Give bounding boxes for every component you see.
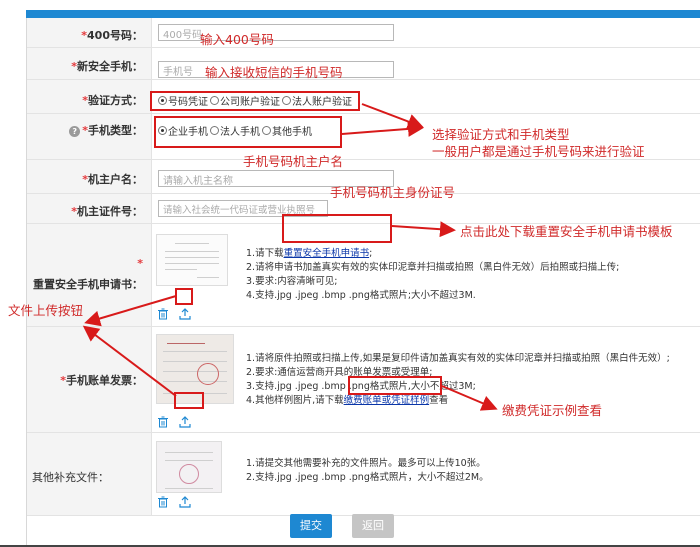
other-files-instructions: 1.请提交其他需要补充的文件照片。最多可以上传10张。 2.支持.jpg .jp…: [246, 458, 489, 483]
label-application-letter: 重置安全手机申请书：: [33, 278, 143, 291]
annotation-method-2: 一般用户都是通过手机号码来进行验证: [432, 144, 645, 159]
annotation-upload: 文件上传按钮: [8, 303, 84, 318]
label-phone-bill: *手机账单发票：: [60, 374, 143, 387]
application-letter-thumbnail[interactable]: [156, 234, 228, 286]
other-files-ops: [157, 496, 191, 508]
trash-icon[interactable]: [157, 416, 169, 428]
back-button[interactable]: 返回: [352, 514, 394, 538]
annotation-owner-name: 手机号码机主户名: [243, 154, 344, 169]
highlight-phone-type: [154, 116, 342, 148]
label-other-files: 其他补充文件：: [32, 471, 109, 484]
row-other-files: 其他补充文件： 1.请提交其他需要补充的文件照片。最多可以上传10张。 2.支持…: [26, 433, 700, 516]
label-new-phone: *新安全手机：: [71, 60, 143, 73]
other-files-thumbnail[interactable]: [156, 441, 222, 493]
label-verification-method: *验证方式：: [82, 94, 143, 107]
annotation-download: 点击此处下载重置安全手机申请书模板: [460, 224, 673, 239]
download-bill-sample-link[interactable]: 缴费账单或凭证样例: [344, 395, 430, 406]
trash-icon[interactable]: [157, 496, 169, 508]
application-letter-ops: [157, 308, 191, 320]
annotation-400-number: 输入400号码: [200, 32, 274, 47]
row-400-number: *400号码： 400号码: [26, 18, 700, 48]
highlight-upload-button-2: [174, 392, 204, 409]
label-400-number: *400号码：: [81, 29, 143, 42]
upload-icon[interactable]: [179, 308, 191, 320]
highlight-upload-button-1: [175, 288, 193, 305]
trash-icon[interactable]: [157, 308, 169, 320]
highlight-download-link: [282, 214, 392, 243]
help-icon[interactable]: ?: [69, 126, 81, 137]
row-verification-method: *验证方式： 号码凭证 公司账户验证 法人账户验证: [26, 80, 700, 114]
download-application-link[interactable]: 重置安全手机申请书: [284, 248, 370, 259]
label-owner-id: *机主证件号：: [71, 205, 143, 218]
application-letter-instructions: 1.请下载重置安全手机申请书; 2.请将申请书加盖真实有效的实体印泥章并扫描或拍…: [246, 248, 620, 301]
annotation-owner-id: 手机号码机主身份证号: [330, 185, 456, 200]
row-new-phone: *新安全手机： 手机号: [26, 48, 700, 80]
upload-icon[interactable]: [179, 496, 191, 508]
phone-bill-instructions: 1.请将原件拍照或扫描上传,如果是复印件请加盖真实有效的实体印泥章并扫描或拍照（…: [246, 353, 670, 406]
phone-bill-ops: [157, 416, 191, 428]
annotation-phone: 输入接收短信的手机号码: [205, 65, 343, 80]
submit-button[interactable]: 提交: [290, 514, 332, 538]
left-border: [26, 18, 27, 547]
input-400-number[interactable]: 400号码: [158, 24, 394, 41]
label-owner-name: *机主户名：: [82, 173, 143, 186]
annotation-sample: 缴费凭证示例查看: [502, 403, 603, 418]
label-phone-type: ? *手机类型：: [69, 122, 143, 138]
highlight-sample-link: [348, 376, 442, 395]
highlight-verification-method: [150, 91, 360, 111]
upload-icon[interactable]: [179, 416, 191, 428]
top-accent-bar: [26, 10, 700, 18]
